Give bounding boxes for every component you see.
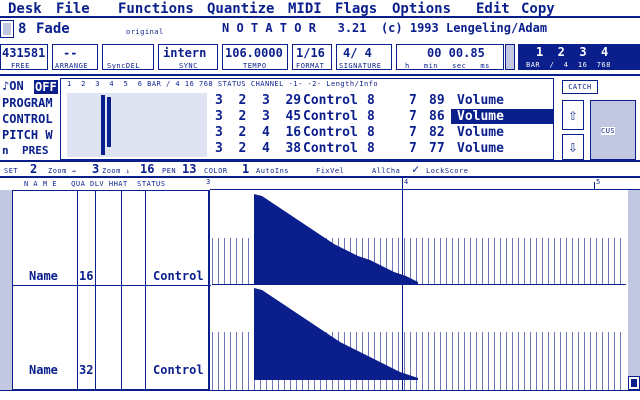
resize-handle[interactable] <box>628 376 640 390</box>
resize-icon <box>631 379 637 387</box>
filter-control[interactable]: CONTROL <box>2 112 53 126</box>
zoom-v-value[interactable]: 16 <box>140 162 154 176</box>
tempo-field[interactable]: 106.0000 TEMPO <box>222 44 288 70</box>
scroll-down-button[interactable]: ⇩ <box>562 134 584 160</box>
menu-flags[interactable]: Flags <box>335 1 377 17</box>
close-icon <box>3 23 11 35</box>
filter-n[interactable]: n <box>2 144 9 157</box>
track-name[interactable]: Name <box>29 269 58 283</box>
right-panel: CATCH ⇧ ⇩ CUS <box>556 78 640 160</box>
cus-area[interactable]: CUS <box>590 100 636 160</box>
check-icon: ✓ <box>412 162 420 176</box>
bottom-bar <box>0 390 640 400</box>
event-row[interactable]: 3 2 3 29 Control 8 7 89 Volume <box>215 93 555 109</box>
allcha-toggle[interactable]: AllCha <box>372 167 400 175</box>
format-field[interactable]: 1/16 FORMAT <box>292 44 332 70</box>
syncdel-field[interactable]: SyncDEL <box>102 44 154 70</box>
lockscore-toggle[interactable]: LockScore <box>426 167 468 175</box>
tool-bar: SET 2 Zoom → 3 Zoom ↓ 16 PEN 13 COLOR 1 … <box>4 162 469 176</box>
menu-bar: Desk File Functions Quantize MIDI Flags … <box>0 0 640 18</box>
menu-quantize[interactable]: Quantize <box>207 1 274 17</box>
autoins-toggle[interactable]: AutoIns <box>256 167 289 175</box>
track-status: Control <box>153 269 204 283</box>
divider <box>0 74 640 76</box>
volume-curve <box>254 194 418 380</box>
event-list-header: 1 2 3 4 5 6 BAR / 4 16 768 STATUS CHANNE… <box>67 80 379 88</box>
right-scrollbar[interactable] <box>628 190 640 390</box>
zoom-h-value[interactable]: 3 <box>92 162 99 176</box>
original-label: original <box>126 28 164 36</box>
event-marker <box>107 97 111 147</box>
timeline-ruler[interactable]: 3 4 5 <box>206 178 640 190</box>
time-display[interactable]: 00 00.85 h min sec ms <box>396 44 504 70</box>
close-box[interactable] <box>0 20 14 38</box>
bar-display[interactable]: 1 2 3 4 BAR / 4 16 768 <box>518 44 640 70</box>
time-slider[interactable] <box>505 44 515 70</box>
scroll-up-button[interactable]: ⇧ <box>562 100 584 130</box>
status-bar: 431581 FREE -- ARRANGE SyncDEL intern SY… <box>0 44 640 72</box>
event-row[interactable]: 3 2 4 16 Control 8 7 82 Volume <box>215 125 555 141</box>
catch-button[interactable]: CATCH <box>562 80 598 94</box>
track-qua[interactable]: 32 <box>79 363 93 377</box>
menu-functions[interactable]: Functions <box>118 1 194 17</box>
filter-pitch[interactable]: PITCH W <box>2 128 53 142</box>
menu-edit[interactable]: Edit <box>476 1 510 17</box>
menu-desk[interactable]: Desk <box>8 1 42 17</box>
menu-options[interactable]: Options <box>392 1 451 17</box>
filter-program[interactable]: PROGRAM <box>2 96 53 110</box>
menu-file[interactable]: File <box>56 1 90 17</box>
arrow-up-icon: ⇧ <box>568 105 578 124</box>
arrange-field[interactable]: -- ARRANGE <box>52 44 98 70</box>
window-name[interactable]: Fade <box>36 21 70 37</box>
position-grid <box>67 93 207 157</box>
signature-field[interactable]: 4/ 4 SIGNATURE <box>336 44 392 70</box>
track-qua[interactable]: 16 <box>79 269 93 283</box>
track-status: Control <box>153 363 204 377</box>
event-rows: 3 2 3 29 Control 8 7 89 Volume 3 2 3 45 … <box>215 93 555 159</box>
left-scrollbar[interactable] <box>0 190 12 390</box>
color-value[interactable]: 1 <box>242 162 249 176</box>
pen-value[interactable]: 13 <box>182 162 196 176</box>
event-type-buttons: ♪ON OFF PROGRAM CONTROL PITCH W n PRES <box>0 78 60 160</box>
fixvel-toggle[interactable]: FixVel <box>316 167 344 175</box>
sync-field[interactable]: intern SYNC <box>158 44 218 70</box>
track-columns-header: N A M E QUA DLV HHAT STATUS <box>24 180 166 188</box>
off-toggle[interactable]: OFF <box>34 80 58 94</box>
arrow-down-icon: ⇩ <box>568 137 578 156</box>
track-list: Name 16 Control Name 32 Control <box>12 190 211 391</box>
app-title: N O T A T O R 3.21 (c) 1993 Lengeling/Ad… <box>222 21 548 35</box>
free-field: 431581 FREE <box>0 44 48 70</box>
filter-pres[interactable]: PRES <box>22 144 49 157</box>
window-number: 8 <box>18 21 27 37</box>
set-value[interactable]: 2 <box>30 162 37 176</box>
on-toggle[interactable]: ♪ON <box>2 79 24 93</box>
hyper-edit-area[interactable] <box>212 178 626 390</box>
menu-copy[interactable]: Copy <box>521 1 555 17</box>
event-row[interactable]: 3 2 4 38 Control 8 7 77 Volume <box>215 141 555 157</box>
track-name[interactable]: Name <box>29 363 58 377</box>
event-list: 1 2 3 4 5 6 BAR / 4 16 768 STATUS CHANNE… <box>60 78 554 160</box>
event-row-selected[interactable]: 3 2 3 45 Control 8 7 86 Volume <box>215 109 555 125</box>
menu-midi[interactable]: MIDI <box>288 1 322 17</box>
position-cursor <box>101 95 105 155</box>
